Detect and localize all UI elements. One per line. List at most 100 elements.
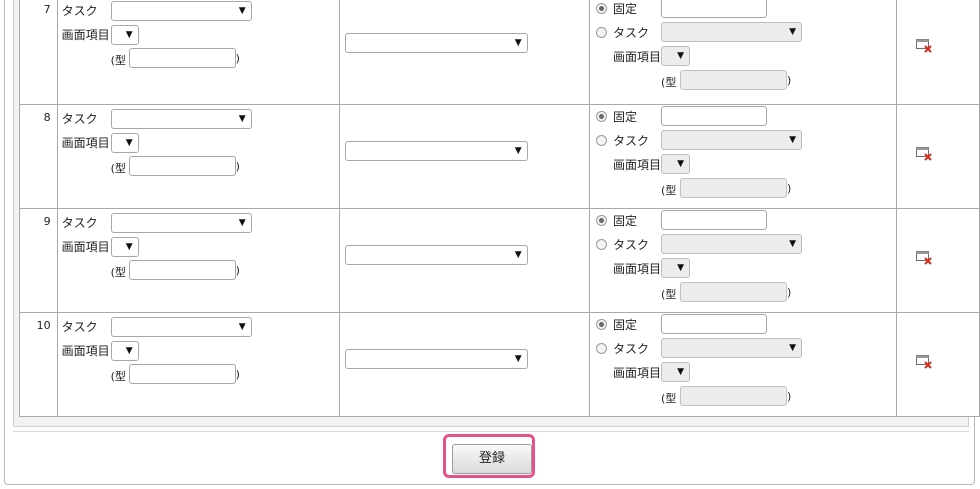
target-task-select[interactable]: ▼ (661, 130, 803, 150)
operator-cell: ▼ (338, 104, 591, 209)
screen-item-select[interactable]: ▼ (110, 133, 139, 153)
fixed-label: 固定 (613, 110, 638, 124)
task-radio[interactable] (596, 135, 608, 146)
target-type-input[interactable] (680, 178, 788, 198)
type-input[interactable] (128, 48, 236, 68)
task-radio[interactable] (596, 27, 608, 38)
target-screen-item-select[interactable]: ▼ (661, 362, 691, 382)
task-label: タスク (61, 216, 98, 230)
task-radio[interactable] (596, 343, 608, 354)
fixed-radio[interactable] (596, 319, 608, 330)
target-screen-item-select[interactable]: ▼ (661, 46, 691, 66)
chevron-down-icon: ▼ (514, 250, 522, 260)
chevron-down-icon: ▼ (789, 343, 797, 353)
task-select[interactable]: ▼ (110, 109, 252, 129)
source-cell: タスク ▼ 画面項目 ▼ (型 ) (56, 208, 340, 313)
row-number: 10 (36, 319, 51, 332)
type-input[interactable] (128, 260, 236, 280)
screen-item-select[interactable]: ▼ (110, 25, 139, 45)
target-task-select[interactable]: ▼ (661, 22, 803, 42)
operator-cell: ▼ (338, 208, 591, 313)
type-input[interactable] (128, 364, 236, 384)
source-cell: タスク ▼ 画面項目 ▼ (型 ) (56, 312, 340, 417)
task-select[interactable]: ▼ (110, 1, 252, 21)
chevron-down-icon: ▼ (238, 218, 246, 228)
target-task-select[interactable]: ▼ (661, 338, 803, 358)
fixed-radio[interactable] (596, 3, 608, 14)
target-type-open-paren: (型 (661, 184, 677, 197)
type-input[interactable] (128, 156, 236, 176)
target-type-close-paren: ) (787, 182, 792, 195)
target-screen-item-label: 画面項目 (613, 158, 662, 172)
footer-divider (13, 431, 969, 432)
target-task-select[interactable]: ▼ (661, 234, 803, 254)
fixed-label: 固定 (613, 2, 638, 16)
mapping-table: 7 タスク ▼ 画面項目 ▼ (型 ) ▼ 固定 タスク ▼ 画面項目 ▼ (型… (19, 0, 980, 417)
table-row: 9 タスク ▼ 画面項目 ▼ (型 ) ▼ 固定 タスク ▼ 画面項目 ▼ (型… (19, 208, 980, 313)
target-type-close-paren: ) (787, 74, 792, 87)
operator-cell: ▼ (338, 312, 591, 417)
screen-item-label: 画面項目 (61, 136, 110, 150)
target-type-input[interactable] (680, 386, 788, 406)
screen-item-label: 画面項目 (61, 28, 110, 42)
chevron-down-icon: ▼ (677, 367, 685, 377)
submit-button[interactable]: 登録 (452, 444, 532, 474)
row-number-cell: 9 (19, 208, 58, 313)
fixed-radio[interactable] (596, 215, 608, 226)
operator-select[interactable]: ▼ (344, 349, 528, 369)
operator-select[interactable]: ▼ (344, 33, 528, 53)
delete-row-icon[interactable] (915, 251, 932, 265)
screen-item-select[interactable]: ▼ (110, 237, 139, 257)
chevron-down-icon: ▼ (677, 159, 685, 169)
target-type-open-paren: (型 (661, 288, 677, 301)
target-cell: 固定 タスク ▼ 画面項目 ▼ (型 ) (589, 312, 897, 417)
operator-select[interactable]: ▼ (344, 245, 528, 265)
delete-row-icon[interactable] (915, 147, 932, 161)
table-row: 8 タスク ▼ 画面項目 ▼ (型 ) ▼ 固定 タスク ▼ 画面項目 ▼ (型… (19, 104, 980, 209)
fixed-radio[interactable] (596, 111, 608, 122)
target-type-open-paren: (型 (661, 76, 677, 89)
target-cell: 固定 タスク ▼ 画面項目 ▼ (型 ) (589, 104, 897, 209)
target-type-input[interactable] (680, 282, 788, 302)
chevron-down-icon: ▼ (125, 138, 133, 148)
target-type-input[interactable] (680, 70, 788, 90)
row-number: 7 (43, 3, 51, 16)
delete-cell (895, 208, 980, 313)
fixed-value-input[interactable] (661, 106, 768, 126)
screen-item-label: 画面項目 (61, 344, 110, 358)
target-type-close-paren: ) (787, 286, 792, 299)
task-radio-label: タスク (613, 342, 650, 356)
target-cell: 固定 タスク ▼ 画面項目 ▼ (型 ) (589, 0, 897, 105)
row-number: 8 (43, 111, 51, 124)
target-screen-item-select[interactable]: ▼ (661, 154, 691, 174)
screen-item-select[interactable]: ▼ (110, 341, 139, 361)
target-screen-item-label: 画面項目 (613, 50, 662, 64)
task-label: タスク (61, 320, 98, 334)
task-select[interactable]: ▼ (110, 317, 252, 337)
table-row: 10 タスク ▼ 画面項目 ▼ (型 ) ▼ 固定 タスク ▼ 画面項目 ▼ (… (19, 312, 980, 417)
task-select[interactable]: ▼ (110, 213, 252, 233)
chevron-down-icon: ▼ (125, 346, 133, 356)
chevron-down-icon: ▼ (125, 242, 133, 252)
fixed-value-input[interactable] (661, 314, 768, 334)
delete-cell (895, 0, 980, 105)
delete-row-icon[interactable] (915, 39, 932, 53)
operator-select[interactable]: ▼ (344, 141, 528, 161)
target-screen-item-label: 画面項目 (613, 366, 662, 380)
type-close-paren: ) (235, 52, 240, 65)
screen-item-label: 画面項目 (61, 240, 110, 254)
fixed-value-input[interactable] (661, 0, 768, 18)
chevron-down-icon: ▼ (125, 30, 133, 40)
task-radio-label: タスク (613, 238, 650, 252)
task-radio[interactable] (596, 239, 608, 250)
fixed-label: 固定 (613, 214, 638, 228)
target-screen-item-select[interactable]: ▼ (661, 258, 691, 278)
chevron-down-icon: ▼ (677, 51, 685, 61)
chevron-down-icon: ▼ (789, 239, 797, 249)
chevron-down-icon: ▼ (789, 27, 797, 37)
type-open-paren: (型 (110, 370, 126, 383)
task-radio-label: タスク (613, 26, 650, 40)
target-type-open-paren: (型 (661, 392, 677, 405)
delete-row-icon[interactable] (915, 355, 932, 369)
fixed-value-input[interactable] (661, 210, 768, 230)
